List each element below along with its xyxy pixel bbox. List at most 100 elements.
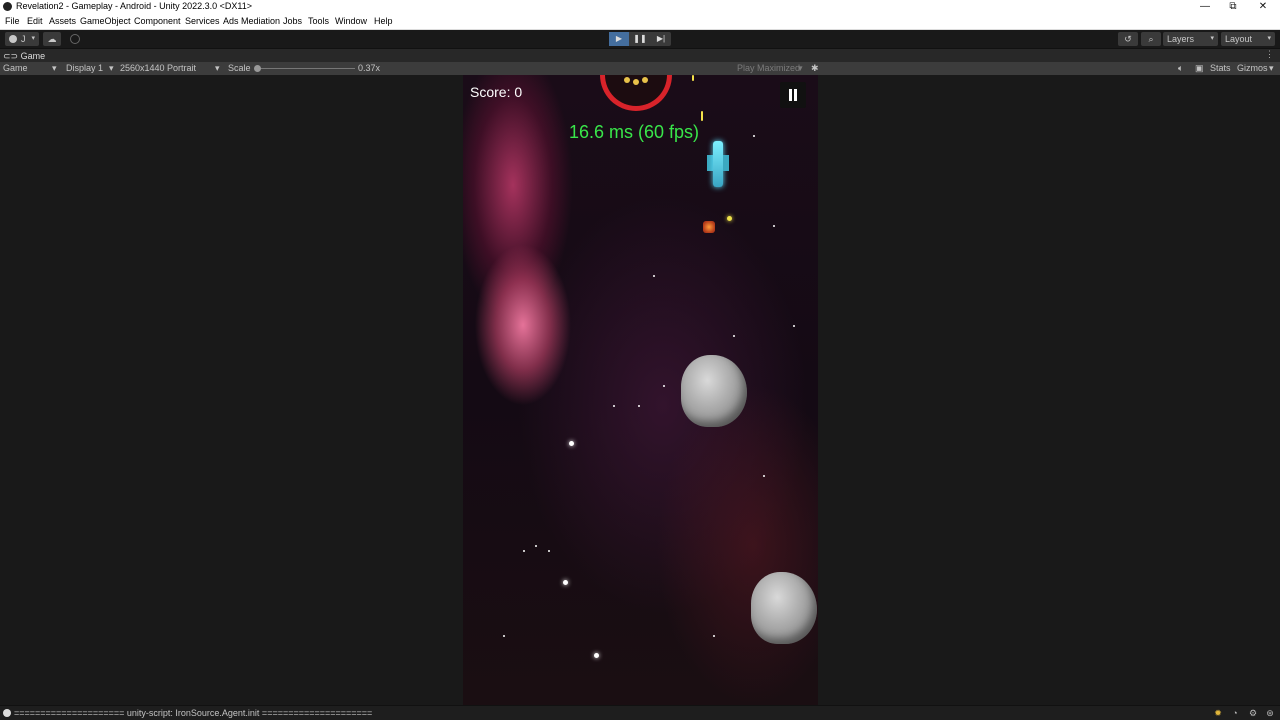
menu-bar: File Edit Assets GameObject Component Se… [0, 14, 1280, 30]
status-bar: ===================== unity-script: Iron… [0, 705, 1280, 720]
progress-icon[interactable]: ◔ [1230, 708, 1240, 718]
cloud-button[interactable]: ☁ [43, 32, 61, 46]
menu-gameobject[interactable]: GameObject [80, 16, 131, 26]
star [793, 325, 795, 327]
collab-icon[interactable] [70, 34, 80, 44]
star [503, 635, 505, 637]
menu-file[interactable]: File [5, 16, 20, 26]
gizmos-button[interactable]: Gizmos [1237, 62, 1268, 75]
restore-button[interactable]: ⧉ [1218, 0, 1248, 14]
cloud-icon: ☁ [47, 34, 57, 44]
menu-window[interactable]: Window [335, 16, 367, 26]
ship-body [713, 141, 723, 187]
menu-edit[interactable]: Edit [27, 16, 43, 26]
scale-label: Scale [228, 63, 251, 73]
bug-icon[interactable]: ✱ [811, 62, 819, 75]
player-ship [707, 135, 729, 195]
account-label: J [21, 34, 26, 44]
bullet [692, 75, 694, 81]
ship-wing [723, 155, 729, 171]
info-icon [3, 709, 11, 717]
boss-dot [633, 79, 639, 85]
stats-button[interactable]: Stats [1210, 62, 1231, 75]
game-viewport[interactable]: Score: 0 16.6 ms (60 fps) [463, 75, 818, 705]
network-icon[interactable]: ⚙ [1248, 708, 1258, 718]
history-icon: ↺ [1124, 34, 1132, 44]
fps-counter: 16.6 ms (60 fps) [569, 122, 700, 142]
enemy-ship [697, 215, 721, 239]
game-pause-button[interactable] [780, 82, 806, 108]
star [594, 653, 599, 658]
account-dropdown[interactable]: J ▾ [5, 32, 39, 46]
display-icon[interactable]: ▣ [1195, 62, 1204, 75]
star [713, 635, 715, 637]
menu-component[interactable]: Component [134, 16, 181, 26]
menu-ads-mediation[interactable]: Ads Mediation [223, 16, 280, 26]
tab-game[interactable]: ⊂⊃ Game [3, 49, 45, 63]
layers-dropdown[interactable]: Layers ▾ [1163, 32, 1218, 46]
search-icon: ⌕ [1148, 34, 1154, 44]
chevron-down-icon: ▾ [215, 63, 220, 73]
step-button[interactable]: ▶| [651, 32, 671, 46]
scale-slider-handle[interactable] [254, 65, 261, 72]
game-tab-header: ⊂⊃ Game ⋮ [0, 48, 1280, 62]
layout-dropdown[interactable]: Layout ▾ [1221, 32, 1275, 46]
unity-logo-icon [3, 2, 12, 11]
game-view-area: Score: 0 16.6 ms (60 fps) [0, 75, 1280, 705]
settings-icon[interactable]: ⊛ [1265, 708, 1275, 718]
boss-dot [624, 77, 630, 83]
layers-label: Layers [1167, 34, 1195, 44]
layout-label: Layout [1225, 34, 1253, 44]
star [763, 475, 765, 477]
star [638, 405, 640, 407]
star [563, 580, 568, 585]
menu-services[interactable]: Services [185, 16, 220, 26]
chevron-down-icon: ▾ [31, 35, 35, 42]
resolution-dropdown[interactable]: 2560x1440 Portrait [120, 62, 196, 75]
close-button[interactable]: ✕ [1248, 0, 1278, 14]
scale-slider-track[interactable] [257, 68, 355, 69]
undo-history-button[interactable]: ↺ [1118, 32, 1138, 46]
search-button[interactable]: ⌕ [1141, 32, 1161, 46]
scale-value: 0.37x [358, 63, 381, 73]
view-dropdown[interactable]: Game [3, 62, 28, 75]
star [733, 335, 735, 337]
menu-tools[interactable]: Tools [308, 16, 329, 26]
star [569, 441, 574, 446]
star [523, 550, 525, 552]
more-options-icon[interactable]: ⋮ [1265, 49, 1274, 60]
tab-game-label: Game [20, 51, 46, 61]
menu-jobs[interactable]: Jobs [283, 16, 302, 26]
pause-button[interactable]: ❚❚ [630, 32, 650, 46]
chevron-down-icon: ▾ [1210, 35, 1214, 42]
star [753, 135, 755, 137]
boss-dot [642, 77, 648, 83]
minimize-button[interactable]: — [1190, 0, 1220, 14]
audio-mute-icon[interactable]: 🔈︎ [1178, 62, 1183, 75]
star [653, 275, 655, 277]
play-button[interactable]: ▶ [609, 32, 629, 46]
star [613, 405, 615, 407]
chevron-down-icon: ▾ [109, 63, 114, 73]
chevron-down-icon: ▾ [1267, 35, 1271, 42]
asteroid [751, 572, 817, 644]
bullet [701, 111, 703, 121]
window-title-bar: Revelation2 - Gameplay - Android - Unity… [0, 0, 1280, 14]
menu-help[interactable]: Help [374, 16, 393, 26]
main-toolbar: J ▾ ☁ ▶ ❚❚ ▶| ↺ ⌕ Layers ▾ Layout ▾ [0, 30, 1280, 48]
chevron-down-icon: ▾ [52, 63, 57, 73]
enemy-bullet [727, 216, 732, 221]
chevron-down-icon: ▾ [1269, 63, 1274, 73]
display-dropdown[interactable]: Display 1 [66, 62, 103, 75]
lightbulb-icon[interactable]: ✹ [1213, 708, 1223, 718]
window-title: Revelation2 - Gameplay - Android - Unity… [16, 1, 252, 11]
menu-assets[interactable]: Assets [49, 16, 76, 26]
gamepad-icon: ⊂⊃ [3, 51, 19, 61]
account-icon [9, 35, 17, 43]
status-message[interactable]: ===================== unity-script: Iron… [14, 708, 372, 718]
star [548, 550, 550, 552]
game-view-toolbar: Game ▾ Display 1 ▾ 2560x1440 Portrait ▾ … [0, 62, 1280, 75]
play-maximized-dropdown[interactable]: Play Maximized [737, 62, 800, 75]
star [535, 545, 537, 547]
asteroid [681, 355, 747, 427]
